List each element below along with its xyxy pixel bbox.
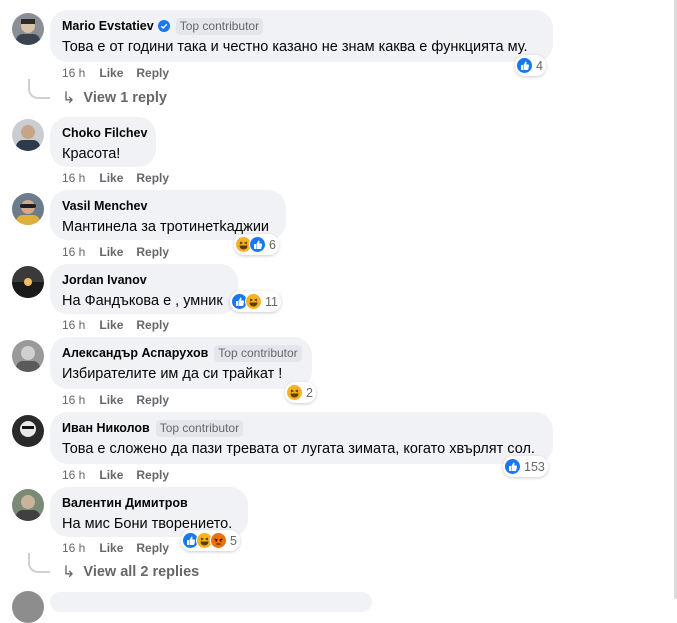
- comment-bubble: Александър Аспарухов Top contributor Изб…: [50, 337, 312, 389]
- avatar[interactable]: [12, 266, 44, 298]
- comment-actions: 16 h Like Reply: [62, 244, 182, 260]
- like-button[interactable]: Like: [99, 393, 123, 407]
- reaction-summary[interactable]: 11: [230, 291, 281, 312]
- angry-reaction-icon: [210, 532, 227, 549]
- comment-text: Избирателите им да си трайкат !: [62, 366, 283, 382]
- reply-button[interactable]: Reply: [136, 541, 169, 555]
- comment-timestamp[interactable]: 16 h: [62, 245, 85, 259]
- like-button[interactable]: Like: [99, 541, 123, 555]
- reaction-summary[interactable]: 6: [234, 234, 279, 255]
- avatar[interactable]: [12, 119, 44, 151]
- reaction-count: 4: [536, 58, 543, 73]
- view-replies-label: View 1 reply: [83, 90, 167, 106]
- like-button[interactable]: Like: [99, 66, 123, 80]
- avatar[interactable]: [12, 340, 44, 372]
- top-contributor-badge[interactable]: Top contributor: [175, 17, 264, 35]
- reaction-summary[interactable]: 2: [285, 382, 316, 403]
- comment-text: Красота!: [62, 146, 121, 162]
- comment-bubble: Jordan Ivanov На Фандъкова е , умник: [50, 264, 238, 314]
- comment-text: Това е от години така и честно казано не…: [62, 39, 528, 55]
- reaction-summary[interactable]: 153: [503, 456, 548, 477]
- reply-button[interactable]: Reply: [136, 66, 169, 80]
- reply-connector-line: [28, 553, 50, 573]
- comment-bubble: [50, 592, 372, 612]
- reply-button[interactable]: Reply: [136, 318, 169, 332]
- reaction-count: 6: [269, 237, 276, 252]
- view-replies-link[interactable]: ↳ View all 2 replies: [62, 562, 199, 582]
- comment-timestamp[interactable]: 16 h: [62, 171, 85, 185]
- avatar[interactable]: [12, 415, 44, 447]
- comment-text: Това е сложено да пази тревата от лугата…: [62, 441, 535, 457]
- comment-bubble: Mario Evstatiev Top contributor Това е о…: [50, 10, 553, 62]
- view-replies-link[interactable]: ↳ View 1 reply: [62, 88, 167, 108]
- comment-text: На Фандъкова е , умник: [62, 293, 223, 309]
- comment-actions: 16 h Like Reply: [62, 170, 182, 186]
- view-replies-label: View all 2 replies: [83, 564, 200, 580]
- comment-timestamp[interactable]: 16 h: [62, 468, 85, 482]
- reaction-count: 5: [230, 533, 237, 548]
- top-contributor-badge[interactable]: Top contributor: [214, 344, 302, 362]
- comment-bubble: Иван Николов Top contributor Това е слож…: [50, 412, 553, 464]
- like-button[interactable]: Like: [99, 318, 123, 332]
- author-name[interactable]: Jordan Ivanov: [62, 273, 147, 287]
- reply-arrow-icon: ↳: [62, 90, 76, 107]
- author-name[interactable]: Александър Аспарухов: [62, 346, 208, 360]
- reaction-count: 11: [265, 294, 278, 309]
- comment-timestamp[interactable]: 16 h: [62, 393, 85, 407]
- reaction-count: 2: [306, 385, 313, 400]
- comment-actions: 16 h Like Reply: [62, 392, 182, 408]
- comment-bubble: Vasil Menchev Мантинела за тротинетkаджи…: [50, 190, 286, 240]
- reaction-summary[interactable]: 5: [181, 530, 240, 551]
- author-name[interactable]: Vasil Menchev: [62, 199, 147, 213]
- comment-timestamp[interactable]: 16 h: [62, 318, 85, 332]
- author-name[interactable]: Choko Filchev: [62, 126, 147, 140]
- reaction-count: 153: [524, 459, 545, 474]
- reply-connector-line: [28, 79, 50, 99]
- comment-actions: 16 h Like Reply: [62, 317, 182, 333]
- verified-badge-icon: [157, 20, 170, 32]
- reply-button[interactable]: Reply: [136, 468, 169, 482]
- reply-arrow-icon: ↳: [62, 564, 76, 581]
- avatar[interactable]: [12, 13, 44, 45]
- reaction-summary[interactable]: 4: [515, 55, 546, 76]
- comment-timestamp[interactable]: 16 h: [62, 66, 85, 80]
- author-name[interactable]: Валентин Димитров: [62, 496, 188, 510]
- comment-actions: 16 h Like Reply: [62, 540, 182, 556]
- author-name[interactable]: Иван Николов: [62, 421, 150, 435]
- like-button[interactable]: Like: [99, 245, 123, 259]
- comment-actions: 16 h Like Reply: [62, 65, 182, 81]
- top-contributor-badge[interactable]: Top contributor: [155, 419, 244, 437]
- reply-button[interactable]: Reply: [136, 171, 169, 185]
- avatar[interactable]: [12, 193, 44, 225]
- reply-button[interactable]: Reply: [136, 393, 169, 407]
- comment-timestamp[interactable]: 16 h: [62, 541, 85, 555]
- avatar[interactable]: [12, 591, 44, 623]
- like-button[interactable]: Like: [99, 468, 123, 482]
- avatar[interactable]: [12, 489, 44, 521]
- author-name[interactable]: Mario Evstatiev: [62, 19, 154, 33]
- comment-actions: 16 h Like Reply: [62, 467, 182, 483]
- haha-reaction-icon: [286, 384, 303, 401]
- like-reaction-icon: [516, 57, 533, 74]
- like-reaction-icon: [504, 458, 521, 475]
- like-reaction-icon: [249, 236, 266, 253]
- comment-bubble: Choko Filchev Красота!: [50, 117, 156, 167]
- like-button[interactable]: Like: [99, 171, 123, 185]
- haha-reaction-icon: [245, 293, 262, 310]
- reply-button[interactable]: Reply: [136, 245, 169, 259]
